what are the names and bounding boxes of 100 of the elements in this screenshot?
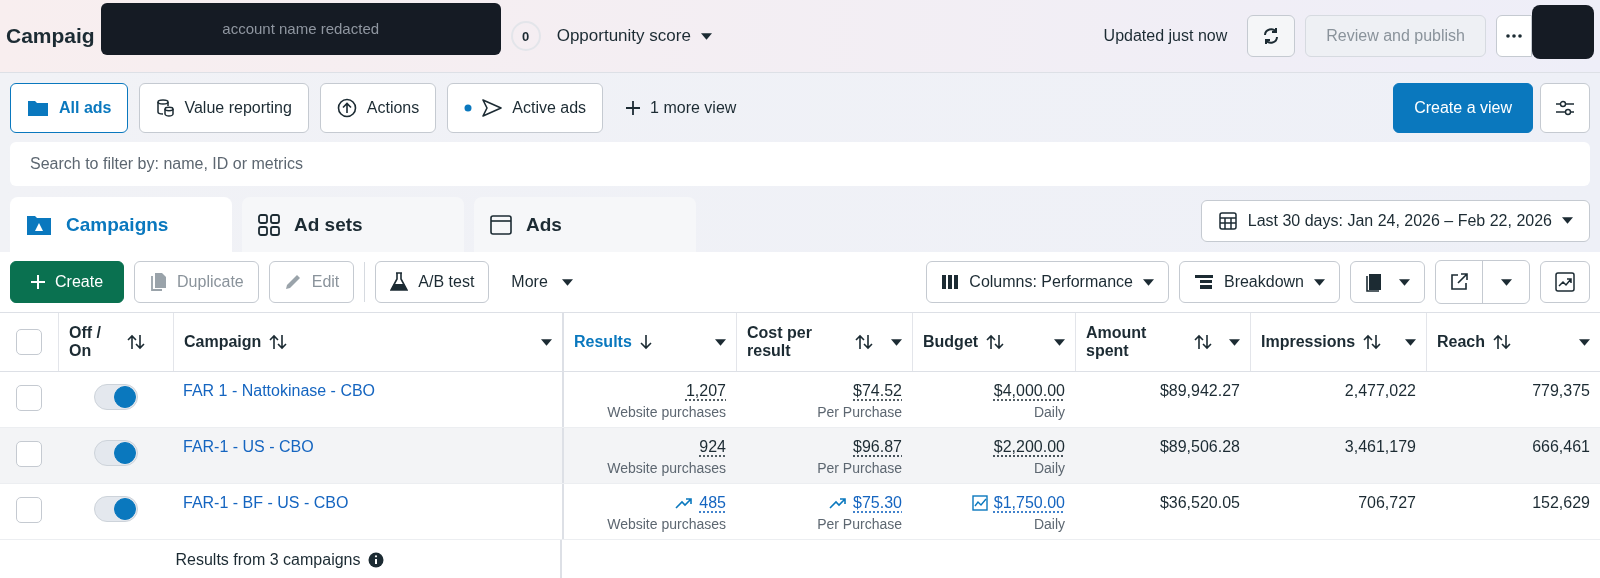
sort-icon[interactable] bbox=[127, 334, 145, 350]
table-cell: 2,477,022 bbox=[1344, 382, 1416, 400]
coins-icon bbox=[156, 99, 175, 117]
caret-icon bbox=[561, 278, 573, 286]
metric-label: Per Purchase bbox=[817, 516, 902, 532]
sort-icon[interactable] bbox=[986, 334, 1005, 350]
level-tab[interactable]: Campaigns bbox=[10, 197, 232, 252]
column-menu-caret-icon[interactable] bbox=[1054, 338, 1065, 346]
metric-value: $2,200.00 bbox=[993, 438, 1065, 456]
reports-dropdown[interactable] bbox=[1350, 261, 1425, 303]
campaign-link[interactable]: FAR-1 - BF - US - CBO bbox=[183, 494, 349, 512]
column-header[interactable]: Budget bbox=[923, 333, 979, 351]
metric-value: $74.52 bbox=[853, 382, 902, 400]
flask-icon bbox=[390, 272, 409, 292]
columns-icon bbox=[941, 274, 960, 290]
page-title: Campaig bbox=[6, 24, 95, 48]
select-all-checkbox[interactable] bbox=[16, 329, 42, 355]
table-cell: $89,942.27 bbox=[1159, 382, 1240, 400]
metric-value: 924 bbox=[699, 438, 726, 456]
breakdown-dropdown[interactable]: Breakdown bbox=[1178, 261, 1340, 303]
view-tab[interactable]: Actions bbox=[319, 83, 437, 133]
level-tab[interactable]: Ad sets bbox=[242, 197, 464, 252]
settings-button[interactable] bbox=[1540, 83, 1590, 133]
sort-icon[interactable] bbox=[855, 334, 873, 350]
campaign-link[interactable]: FAR 1 - Nattokinase - CBO bbox=[183, 382, 376, 400]
column-menu-caret-icon[interactable] bbox=[1229, 338, 1240, 346]
upload-circle-icon bbox=[336, 98, 357, 118]
more-dropdown[interactable]: More bbox=[505, 273, 579, 291]
view-tab[interactable]: All ads bbox=[10, 83, 129, 133]
opportunity-score-dropdown[interactable]: Opportunity score bbox=[550, 26, 718, 46]
row-checkbox[interactable] bbox=[16, 497, 42, 523]
metric-label: Per Purchase bbox=[817, 404, 902, 420]
create-view-button[interactable]: Create a view bbox=[1393, 83, 1533, 133]
more-icon bbox=[1506, 34, 1522, 38]
column-header[interactable]: Off / On bbox=[69, 324, 119, 360]
level-tab[interactable]: Ads bbox=[474, 197, 696, 252]
column-header[interactable]: Amount spent bbox=[1086, 324, 1186, 360]
metric-label: Daily bbox=[1033, 460, 1065, 476]
metric-label: Website purchases bbox=[607, 460, 726, 476]
search-field[interactable]: Search to filter by: name, ID or metrics bbox=[10, 142, 1590, 186]
column-menu-caret-icon[interactable] bbox=[891, 338, 902, 346]
more-view-button[interactable]: 1 more view bbox=[620, 99, 743, 117]
view-tab[interactable]: Value reporting bbox=[139, 83, 309, 133]
chart-icon bbox=[971, 495, 988, 511]
sort-icon[interactable] bbox=[269, 334, 288, 350]
create-button[interactable]: Create bbox=[10, 261, 125, 303]
column-header[interactable]: Impressions bbox=[1261, 333, 1356, 351]
pencil-icon bbox=[283, 273, 302, 291]
metric-value: 1,207 bbox=[685, 382, 726, 400]
column-menu-caret-icon[interactable] bbox=[715, 338, 726, 346]
window-icon bbox=[490, 214, 512, 235]
caret-icon bbox=[1500, 278, 1512, 286]
info-icon[interactable] bbox=[368, 552, 385, 568]
ab-test-button[interactable]: A/B test bbox=[375, 261, 490, 303]
metric-label: Website purchases bbox=[607, 404, 726, 420]
column-header[interactable]: Cost per result bbox=[747, 324, 847, 360]
metric-label: Daily bbox=[1033, 516, 1065, 532]
sort-icon[interactable] bbox=[1493, 334, 1512, 350]
row-checkbox[interactable] bbox=[16, 385, 42, 411]
view-tab[interactable]: Active ads bbox=[447, 83, 604, 133]
table-cell: 779,375 bbox=[1532, 382, 1590, 400]
caret-icon bbox=[1142, 278, 1154, 286]
status-dot-icon bbox=[464, 104, 473, 112]
metric-value[interactable]: 485 bbox=[699, 494, 726, 512]
column-menu-caret-icon[interactable] bbox=[1579, 338, 1590, 346]
date-range-picker[interactable]: Last 30 days: Jan 24, 2026 – Feb 22, 2026 bbox=[1200, 199, 1590, 242]
column-header[interactable]: Campaign bbox=[184, 333, 262, 351]
sort-descending-icon[interactable] bbox=[639, 334, 652, 350]
line-chart-icon bbox=[1555, 272, 1575, 292]
metric-value: $4,000.00 bbox=[993, 382, 1065, 400]
table-cell: $89,506.28 bbox=[1159, 438, 1240, 456]
more-options-button[interactable] bbox=[1496, 15, 1532, 57]
column-header[interactable]: Results bbox=[574, 333, 632, 351]
plus-icon bbox=[31, 275, 45, 289]
trend-up-icon bbox=[675, 497, 694, 509]
toggle-switch[interactable] bbox=[93, 440, 138, 466]
table-cell: $36,520.05 bbox=[1159, 494, 1240, 512]
sort-icon[interactable] bbox=[1194, 334, 1212, 350]
metric-value[interactable]: $1,750.00 bbox=[993, 494, 1065, 512]
metric-value: $96.87 bbox=[853, 438, 902, 456]
campaign-link[interactable]: FAR-1 - US - CBO bbox=[183, 438, 314, 456]
caret-icon bbox=[1314, 278, 1325, 286]
metric-value[interactable]: $75.30 bbox=[853, 494, 902, 512]
export-icon bbox=[1450, 273, 1468, 291]
column-menu-caret-icon[interactable] bbox=[1405, 338, 1416, 346]
calendar-icon bbox=[1217, 210, 1238, 231]
toggle-switch[interactable] bbox=[93, 496, 138, 522]
refresh-button[interactable] bbox=[1247, 15, 1296, 57]
column-header[interactable]: Reach bbox=[1437, 333, 1486, 351]
chart-button[interactable] bbox=[1540, 261, 1590, 303]
toggle-switch[interactable] bbox=[93, 384, 138, 410]
sort-icon[interactable] bbox=[1363, 334, 1382, 350]
columns-dropdown[interactable]: Columns: Performance bbox=[926, 261, 1169, 303]
export-split-button[interactable] bbox=[1435, 260, 1530, 304]
caret-icon bbox=[700, 32, 712, 40]
row-checkbox[interactable] bbox=[16, 441, 42, 467]
updated-status: Updated just now bbox=[1103, 27, 1228, 45]
metric-label: Per Purchase bbox=[817, 460, 902, 476]
results-summary: Results from 3 campaigns bbox=[175, 551, 361, 569]
column-menu-caret-icon[interactable] bbox=[541, 338, 552, 346]
